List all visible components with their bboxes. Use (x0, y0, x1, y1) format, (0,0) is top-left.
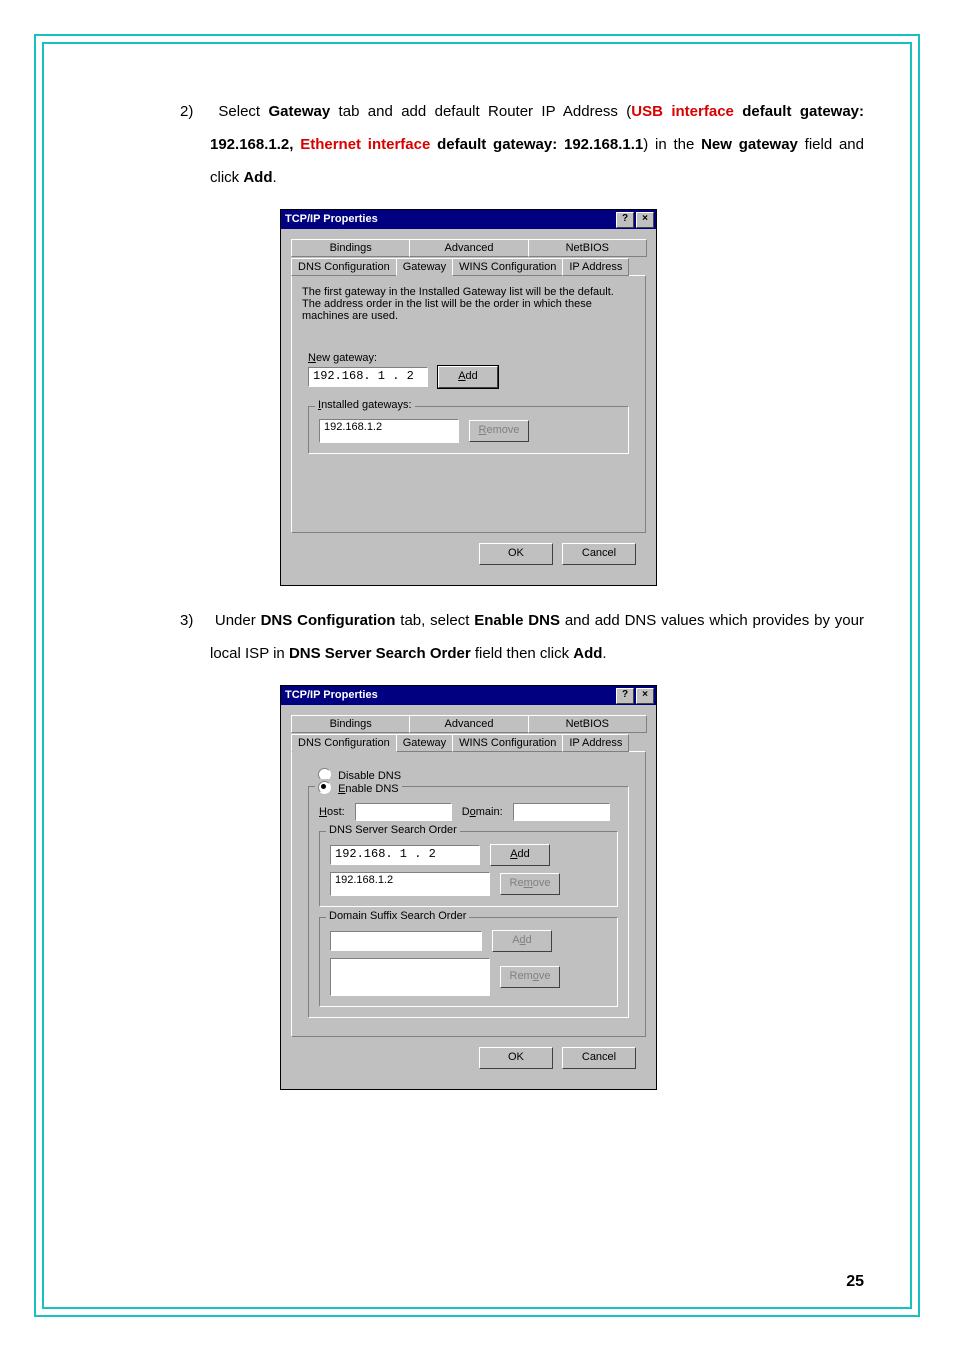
help-icon[interactable]: ? (616, 212, 634, 228)
remove-button[interactable]: RemoveRemove (500, 873, 560, 895)
add-button[interactable]: AddAdd (492, 930, 552, 952)
tabs-row-2: DNS Configuration Gateway WINS Configura… (291, 732, 646, 752)
tabs-row-1: Bindings Advanced NetBIOS (291, 237, 646, 257)
dialog-footer: OK Cancel (291, 533, 646, 575)
titlebar: TCP/IP Properties ? × (281, 686, 656, 705)
cancel-button[interactable]: Cancel (562, 1047, 636, 1069)
host-label: Host:Host: (319, 806, 345, 818)
installed-gateways-group: Installed gateways:Installed gateways: 1… (308, 406, 629, 454)
installed-gateways-list[interactable]: 192.168.1.2 (319, 419, 459, 443)
ok-button[interactable]: OK (479, 543, 553, 565)
close-icon[interactable]: × (636, 688, 654, 704)
window-title: TCP/IP Properties (285, 686, 378, 705)
enable-dns-group: Enable DNSEnable DNS Host:Host: Domain:D… (308, 786, 629, 1018)
tab-gateway[interactable]: Gateway (396, 734, 453, 752)
tab-netbios[interactable]: NetBIOS (528, 239, 647, 257)
domain-suffix-group: Domain Suffix Search Order AddAdd Remove… (319, 917, 618, 1007)
close-icon[interactable]: × (636, 212, 654, 228)
add-button[interactable]: AddAdd (438, 366, 498, 388)
domain-suffix-input[interactable] (330, 931, 482, 951)
dns-search-order-legend: DNS Server Search Order (326, 824, 460, 836)
tab-netbios[interactable]: NetBIOS (528, 715, 647, 733)
domain-input[interactable] (513, 803, 610, 821)
add-button[interactable]: AddAdd (490, 844, 550, 866)
help-text: The first gateway in the Installed Gatew… (302, 286, 635, 322)
dns-panel: Disable DNSDisable DNS Enable DNSEnable … (291, 751, 646, 1037)
tab-ip-address[interactable]: IP Address (562, 734, 629, 752)
remove-button[interactable]: RemoveRemove (500, 966, 560, 988)
cancel-button[interactable]: Cancel (562, 543, 636, 565)
host-input[interactable] (355, 803, 452, 821)
tab-wins-config[interactable]: WINS Configuration (452, 734, 563, 752)
step-number-3: 3) (180, 604, 210, 637)
help-icon[interactable]: ? (616, 688, 634, 704)
titlebar: TCP/IP Properties ? × (281, 210, 656, 229)
dns-server-input[interactable]: 192.168. 1 . 2 (330, 845, 480, 865)
window-title: TCP/IP Properties (285, 210, 378, 229)
dns-server-list[interactable]: 192.168.1.2 (330, 872, 490, 896)
gateway-panel: The first gateway in the Installed Gatew… (291, 275, 646, 533)
tabs-row-1: Bindings Advanced NetBIOS (291, 713, 646, 733)
domain-suffix-legend: Domain Suffix Search Order (326, 910, 469, 922)
tcpip-properties-dialog-gateway: TCP/IP Properties ? × Bindings Advanced … (280, 209, 657, 586)
ok-button[interactable]: OK (479, 1047, 553, 1069)
tab-advanced[interactable]: Advanced (409, 239, 528, 257)
tab-dns-config[interactable]: DNS Configuration (291, 258, 397, 276)
tab-gateway-active[interactable]: Gateway (396, 258, 453, 276)
enable-dns-radio-row[interactable]: Enable DNSEnable DNS (315, 779, 402, 795)
page-number: 25 (846, 1273, 864, 1291)
new-gateway-input[interactable]: 192.168. 1 . 2 (308, 367, 428, 387)
remove-button[interactable]: RemoveRemove (469, 420, 529, 442)
tcpip-properties-dialog-dns: TCP/IP Properties ? × Bindings Advanced … (280, 685, 657, 1090)
tab-bindings[interactable]: Bindings (291, 239, 410, 257)
page-content: 2) Select Gateway tab and add default Ro… (90, 80, 864, 1291)
instruction-2: 2) Select Gateway tab and add default Ro… (210, 95, 864, 194)
tab-bindings[interactable]: Bindings (291, 715, 410, 733)
tab-dns-config-active[interactable]: DNS Configuration (291, 734, 397, 752)
tabs-row-2: DNS Configuration Gateway WINS Configura… (291, 256, 646, 276)
radio-icon (318, 781, 331, 794)
dialog-footer: OK Cancel (291, 1037, 646, 1079)
installed-gateways-legend: Installed gateways:Installed gateways: (315, 399, 415, 411)
dns-search-order-group: DNS Server Search Order 192.168. 1 . 2 A… (319, 831, 618, 907)
new-gateway-label: NNew gateway:ew gateway: (308, 352, 629, 364)
domain-suffix-list[interactable] (330, 958, 490, 996)
tab-wins-config[interactable]: WINS Configuration (452, 258, 563, 276)
tab-advanced[interactable]: Advanced (409, 715, 528, 733)
tab-ip-address[interactable]: IP Address (562, 258, 629, 276)
step-number-2: 2) (180, 95, 210, 128)
domain-label: Domain:Domain: (462, 806, 503, 818)
instruction-3: 3) Under DNS Configuration tab, select E… (210, 604, 864, 670)
